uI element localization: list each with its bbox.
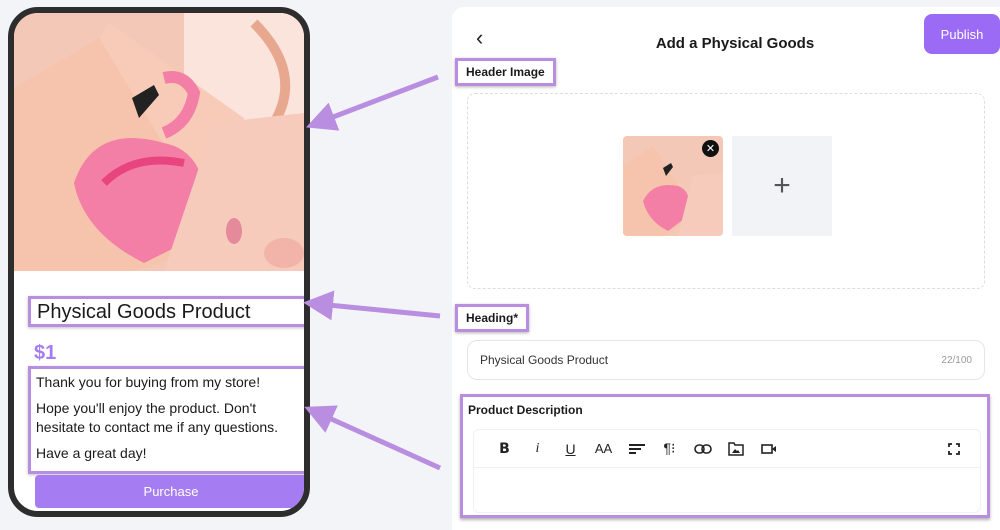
remove-image-icon[interactable]: ✕ [702, 140, 719, 157]
header-image-thumbnail[interactable]: ✕ [623, 136, 723, 236]
heading-input[interactable]: Physical Goods Product 22/100 [467, 340, 985, 380]
character-counter: 22/100 [941, 354, 972, 366]
product-description-section: Product Description B i U AA ¶⁝ [460, 394, 990, 518]
preview-description: Thank you for buying from my store! Hope… [28, 366, 304, 474]
preview-description-line: Thank you for buying from my store! [36, 374, 261, 390]
italic-icon[interactable]: i [521, 437, 554, 461]
add-image-button[interactable]: + [732, 136, 832, 236]
arrow-heading [303, 290, 441, 321]
align-icon[interactable] [620, 437, 653, 461]
rich-text-editor[interactable]: B i U AA ¶⁝ [473, 429, 981, 513]
preview-price: $1 [34, 342, 57, 364]
publish-button[interactable]: Publish [924, 14, 1000, 54]
arrow-description [304, 405, 442, 471]
heading-input-value: Physical Goods Product [480, 353, 609, 367]
link-icon[interactable] [686, 437, 719, 461]
arrow-header-image [305, 74, 439, 131]
preview-product-title: Physical Goods Product [28, 296, 304, 327]
editor-panel: ‹ Add a Physical Goods Publish Header Im… [452, 7, 1000, 530]
page-title: Add a Physical Goods [655, 35, 815, 52]
fullscreen-icon[interactable] [937, 437, 970, 461]
underline-icon[interactable]: U [554, 437, 587, 461]
video-icon[interactable] [752, 437, 785, 461]
header-image-upload-area[interactable]: ✕ + [467, 93, 985, 289]
preview-description-line: Have a great day! [36, 445, 147, 461]
font-size-icon[interactable]: AA [587, 437, 620, 461]
plus-icon: + [773, 169, 791, 202]
editor-toolbar: B i U AA ¶⁝ [474, 430, 980, 468]
bold-icon[interactable]: B [488, 437, 521, 461]
header-image-label: Header Image [455, 58, 556, 86]
phone-preview: Physical Goods Product $1 Thank you for … [8, 7, 310, 517]
heading-label: Heading* [455, 304, 530, 332]
paragraph-icon[interactable]: ¶⁝ [653, 437, 686, 461]
product-header-image [14, 13, 304, 271]
product-description-label: Product Description [468, 403, 583, 417]
image-icon[interactable] [719, 437, 752, 461]
purchase-button[interactable]: Purchase [35, 475, 304, 508]
preview-description-line: Hope you'll enjoy the product. Don't hes… [36, 400, 279, 435]
